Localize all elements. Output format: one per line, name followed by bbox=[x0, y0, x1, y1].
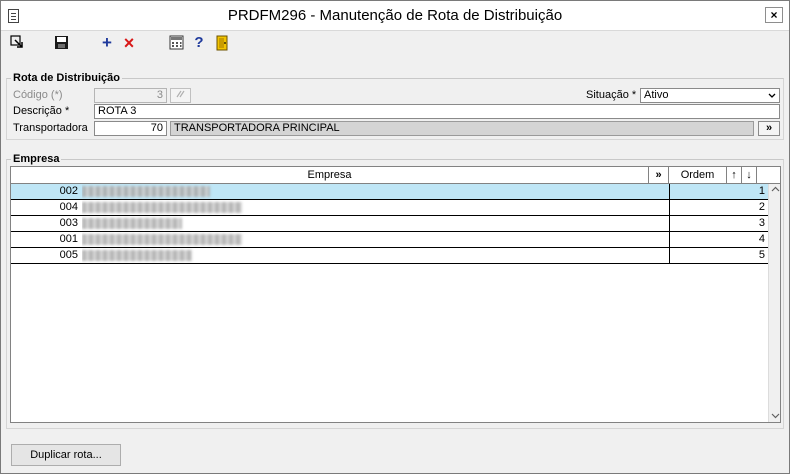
duplicate-route-button[interactable]: Duplicar rota... bbox=[11, 444, 121, 466]
code-lookup-button bbox=[170, 88, 191, 103]
add-icon[interactable]: + bbox=[99, 34, 115, 51]
code-field: 3 bbox=[94, 88, 167, 103]
company-order: 4 bbox=[669, 232, 768, 247]
exit-icon[interactable] bbox=[9, 35, 25, 51]
company-code: 004 bbox=[59, 201, 78, 213]
company-code: 001 bbox=[59, 233, 78, 245]
save-icon[interactable] bbox=[53, 35, 69, 51]
title-bar: PRDFM296 - Manutenção de Rota de Distrib… bbox=[1, 1, 789, 31]
expand-column-button[interactable]: » bbox=[649, 167, 669, 183]
delete-icon[interactable]: × bbox=[121, 34, 137, 52]
table-row[interactable]: 003 3 bbox=[11, 216, 768, 232]
main-window: PRDFM296 - Manutenção de Rota de Distrib… bbox=[0, 0, 790, 474]
table-row[interactable]: 004 2 bbox=[11, 200, 768, 216]
door-icon[interactable] bbox=[214, 35, 230, 51]
route-section-title: Rota de Distribuição bbox=[11, 72, 122, 84]
status-label: Situação * bbox=[586, 89, 637, 101]
carrier-lookup-button[interactable]: » bbox=[758, 121, 780, 136]
company-grid[interactable]: Empresa » Ordem ↑ ↓ 002 1 004 2 003 3 00… bbox=[10, 166, 781, 423]
company-order: 5 bbox=[669, 248, 768, 263]
code-label: Código (*) bbox=[13, 89, 63, 101]
scroll-down-icon[interactable] bbox=[769, 410, 781, 422]
carrier-name-field: TRANSPORTADORA PRINCIPAL bbox=[170, 121, 754, 136]
company-code: 003 bbox=[59, 217, 78, 229]
description-label: Descrição * bbox=[13, 105, 70, 117]
company-order: 1 bbox=[669, 184, 768, 199]
move-down-button[interactable]: ↓ bbox=[742, 167, 757, 183]
carrier-label: Transportadora bbox=[13, 122, 88, 134]
chevron-down-icon bbox=[767, 89, 777, 102]
toolbar: + × ? bbox=[1, 32, 789, 54]
status-value: Ativo bbox=[644, 89, 669, 101]
status-select[interactable]: Ativo bbox=[640, 88, 780, 103]
company-order: 2 bbox=[669, 200, 768, 215]
company-code: 002 bbox=[59, 185, 78, 197]
description-field[interactable]: ROTA 3 bbox=[94, 104, 780, 119]
help-icon[interactable]: ? bbox=[191, 35, 207, 51]
window-title: PRDFM296 - Manutenção de Rota de Distrib… bbox=[227, 7, 563, 24]
company-code: 005 bbox=[59, 249, 78, 261]
table-row[interactable]: 005 5 bbox=[11, 248, 768, 264]
table-row[interactable]: 002 1 bbox=[11, 184, 768, 200]
close-button[interactable]: × bbox=[765, 7, 783, 23]
move-up-button[interactable]: ↑ bbox=[727, 167, 742, 183]
company-order: 3 bbox=[669, 216, 768, 231]
column-header-order[interactable]: Ordem bbox=[669, 167, 727, 183]
carrier-code-field[interactable]: 70 bbox=[94, 121, 167, 136]
company-section-title: Empresa bbox=[11, 153, 62, 165]
calculator-icon[interactable] bbox=[168, 35, 184, 51]
scroll-up-icon[interactable] bbox=[769, 184, 781, 196]
company-name-redacted bbox=[82, 248, 667, 266]
table-row[interactable]: 001 4 bbox=[11, 232, 768, 248]
column-header-company[interactable]: Empresa bbox=[11, 167, 649, 183]
grid-header: Empresa » Ordem ↑ ↓ bbox=[11, 167, 780, 184]
vertical-scrollbar[interactable] bbox=[768, 184, 780, 422]
